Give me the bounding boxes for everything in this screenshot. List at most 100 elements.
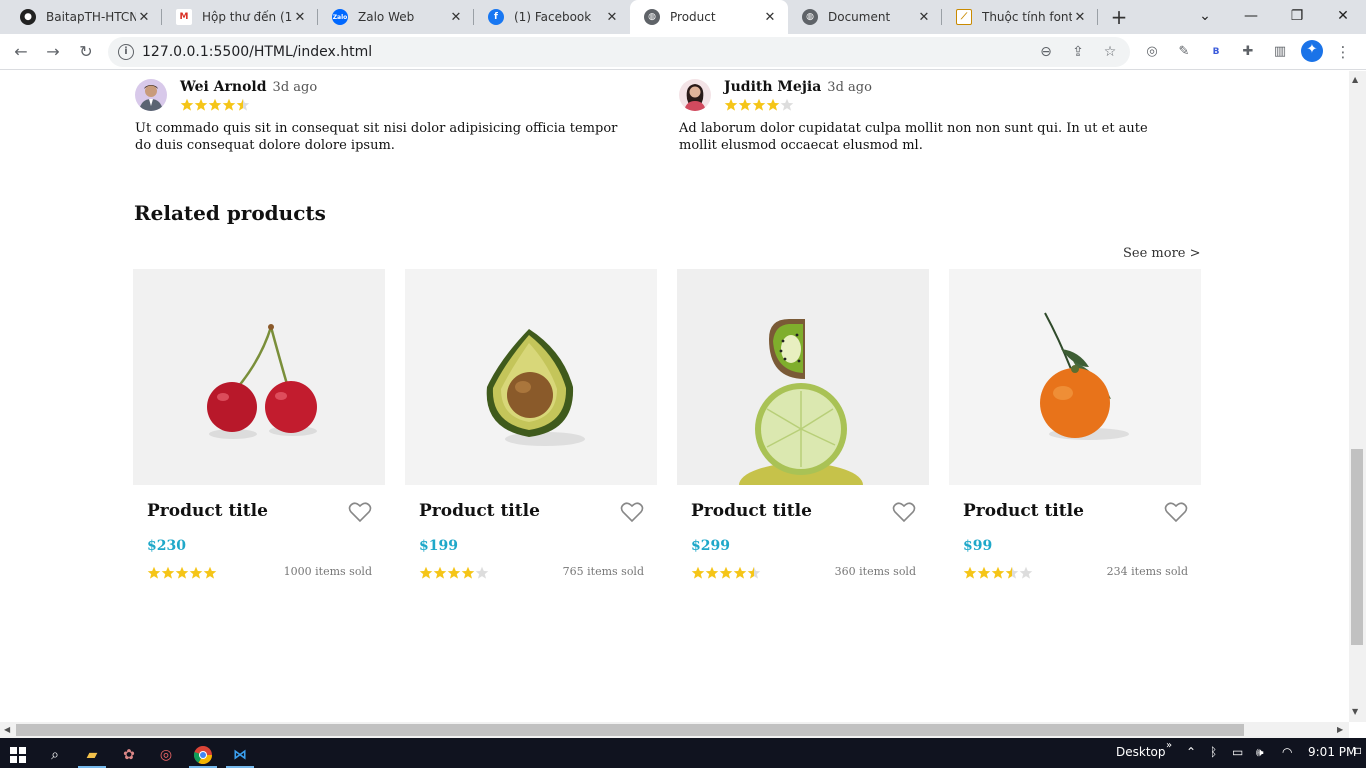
app-icon[interactable]: ✿ bbox=[111, 741, 147, 768]
menu-kebab-icon[interactable]: ⋮ bbox=[1333, 42, 1353, 62]
product-title[interactable]: Product title bbox=[963, 501, 1084, 521]
search-icon[interactable]: ⌕ bbox=[37, 741, 73, 768]
bluetooth-icon[interactable]: ᛒ bbox=[1210, 745, 1217, 759]
product-rating bbox=[963, 566, 1033, 583]
scrollbar-thumb[interactable] bbox=[16, 724, 1244, 736]
minimize-button[interactable]: — bbox=[1228, 0, 1274, 34]
back-arrow-icon[interactable]: ← bbox=[9, 40, 33, 64]
product-image-orange[interactable] bbox=[949, 269, 1201, 485]
close-icon[interactable]: ✕ bbox=[916, 10, 932, 25]
product-card[interactable]: Product title $99 234 items sold bbox=[949, 269, 1201, 594]
profile-avatar[interactable]: ✦ bbox=[1301, 40, 1323, 62]
github-icon: ● bbox=[20, 9, 36, 25]
windows-start-icon[interactable] bbox=[0, 741, 36, 768]
volume-icon[interactable]: 🕪 bbox=[1256, 745, 1264, 760]
see-more-link[interactable]: See more > bbox=[1123, 246, 1201, 261]
star-half-icon bbox=[236, 98, 250, 115]
reviewer-name: Judith Mejia 3d ago bbox=[724, 79, 872, 95]
battery-icon[interactable]: ▭ bbox=[1232, 745, 1243, 759]
scrollbar-thumb[interactable] bbox=[1351, 449, 1363, 645]
close-icon[interactable]: ✕ bbox=[136, 10, 152, 25]
product-title[interactable]: Product title bbox=[691, 501, 812, 521]
star-full-icon bbox=[738, 98, 752, 115]
b-extension-icon[interactable]: B bbox=[1206, 42, 1226, 62]
star-full-icon bbox=[977, 566, 991, 583]
scroll-left-arrow-icon[interactable]: ◀ bbox=[4, 725, 10, 734]
star-full-icon bbox=[180, 98, 194, 115]
clock[interactable]: 9:01 PM bbox=[1308, 745, 1356, 759]
star-empty-icon bbox=[780, 98, 794, 115]
close-icon[interactable]: ✕ bbox=[292, 10, 308, 25]
product-price: $299 bbox=[691, 538, 730, 554]
chevron-icon[interactable]: » bbox=[1166, 740, 1172, 751]
reload-icon[interactable]: ↻ bbox=[74, 40, 98, 64]
close-icon[interactable]: ✕ bbox=[1072, 10, 1088, 25]
tab-facebook[interactable]: f (1) Facebook ✕ bbox=[474, 0, 630, 34]
product-card[interactable]: Product title $199 765 items sold bbox=[405, 269, 657, 594]
extensions-puzzle-icon[interactable]: ✚ bbox=[1238, 42, 1258, 62]
review-text: Ad laborum dolor cupidatat culpa mollit … bbox=[679, 121, 1148, 153]
star-full-icon bbox=[208, 98, 222, 115]
close-icon[interactable]: ✕ bbox=[762, 10, 778, 25]
star-empty-icon bbox=[1019, 566, 1033, 583]
tab-github[interactable]: ● BaitapTH-HTCN_\ ✕ bbox=[6, 0, 162, 34]
avatar bbox=[135, 79, 167, 111]
wifi-icon[interactable]: ◠ bbox=[1282, 745, 1292, 759]
app-icon[interactable]: ◎ bbox=[148, 741, 184, 768]
product-title[interactable]: Product title bbox=[419, 501, 540, 521]
review-rating bbox=[724, 98, 794, 115]
product-card[interactable]: Product title $299 360 items sold bbox=[677, 269, 929, 594]
side-panel-icon[interactable]: ▥ bbox=[1270, 42, 1290, 62]
scroll-down-arrow-icon[interactable]: ▼ bbox=[1352, 707, 1358, 716]
close-icon[interactable]: ✕ bbox=[604, 10, 620, 25]
zoom-icon[interactable]: ⊖ bbox=[1036, 42, 1056, 62]
star-full-icon bbox=[203, 566, 217, 583]
vertical-scrollbar[interactable]: ▲ ▼ bbox=[1349, 71, 1366, 722]
heart-icon[interactable] bbox=[348, 501, 372, 523]
heart-icon[interactable] bbox=[1164, 501, 1188, 523]
star-full-icon bbox=[419, 566, 433, 583]
page-content: Wei Arnold 3d ago Ut commado quis sit in … bbox=[0, 71, 1349, 722]
share-icon[interactable]: ⇪ bbox=[1068, 42, 1088, 62]
product-image-kiwi-lime[interactable] bbox=[677, 269, 929, 485]
product-image-avocado[interactable] bbox=[405, 269, 657, 485]
close-window-button[interactable]: ✕ bbox=[1320, 0, 1366, 34]
star-full-icon bbox=[461, 566, 475, 583]
compass-extension-icon[interactable]: ◎ bbox=[1142, 42, 1162, 62]
tab-zalo[interactable]: Zalo Zalo Web ✕ bbox=[318, 0, 474, 34]
eyedropper-extension-icon[interactable]: ✎ bbox=[1174, 42, 1194, 62]
heart-icon[interactable] bbox=[620, 501, 644, 523]
file-explorer-icon[interactable]: ▰ bbox=[74, 741, 110, 768]
chrome-icon[interactable] bbox=[185, 741, 221, 768]
notifications-icon[interactable]: ▫ bbox=[1354, 743, 1362, 757]
bookmark-star-icon[interactable]: ☆ bbox=[1100, 42, 1120, 62]
scroll-up-arrow-icon[interactable]: ▲ bbox=[1352, 75, 1358, 84]
scroll-right-arrow-icon[interactable]: ▶ bbox=[1337, 725, 1343, 734]
zalo-icon: Zalo bbox=[332, 9, 348, 25]
close-icon[interactable]: ✕ bbox=[448, 10, 464, 25]
restore-button[interactable]: ❐ bbox=[1274, 0, 1320, 34]
tab-search-icon[interactable]: ⌄ bbox=[1182, 0, 1228, 34]
product-image-cherries[interactable] bbox=[133, 269, 385, 485]
site-info-icon[interactable]: i bbox=[118, 44, 134, 60]
heart-icon[interactable] bbox=[892, 501, 916, 523]
tab-font[interactable]: ⟋ Thuộc tính font-f ✕ bbox=[942, 0, 1098, 34]
desktop-toolbar-label[interactable]: Desktop bbox=[1116, 745, 1166, 759]
vscode-icon[interactable]: ⋈ bbox=[222, 741, 258, 768]
tab-strip: ● BaitapTH-HTCN_\ ✕ M Hộp thư đến (19) ✕… bbox=[0, 0, 1366, 34]
product-title[interactable]: Product title bbox=[147, 501, 268, 521]
horizontal-scrollbar[interactable]: ◀ ▶ bbox=[0, 722, 1349, 738]
items-sold: 1000 items sold bbox=[283, 565, 372, 578]
tray-overflow-icon[interactable]: ⌃ bbox=[1186, 745, 1196, 759]
product-card[interactable]: Product title $230 1000 items sold bbox=[133, 269, 385, 594]
product-rating bbox=[419, 566, 489, 583]
tab-gmail[interactable]: M Hộp thư đến (19) ✕ bbox=[162, 0, 318, 34]
star-full-icon bbox=[691, 566, 705, 583]
forward-arrow-icon[interactable]: → bbox=[41, 40, 65, 64]
new-tab-button[interactable]: + bbox=[1108, 6, 1130, 28]
star-full-icon bbox=[991, 566, 1005, 583]
tab-document[interactable]: ◍ Document ✕ bbox=[788, 0, 942, 34]
items-sold: 234 items sold bbox=[1106, 565, 1188, 578]
tab-product[interactable]: ◍ Product ✕ bbox=[630, 0, 788, 34]
address-bar[interactable]: i 127.0.0.1:5500/HTML/index.html ⊖ ⇪ ☆ bbox=[108, 37, 1130, 67]
